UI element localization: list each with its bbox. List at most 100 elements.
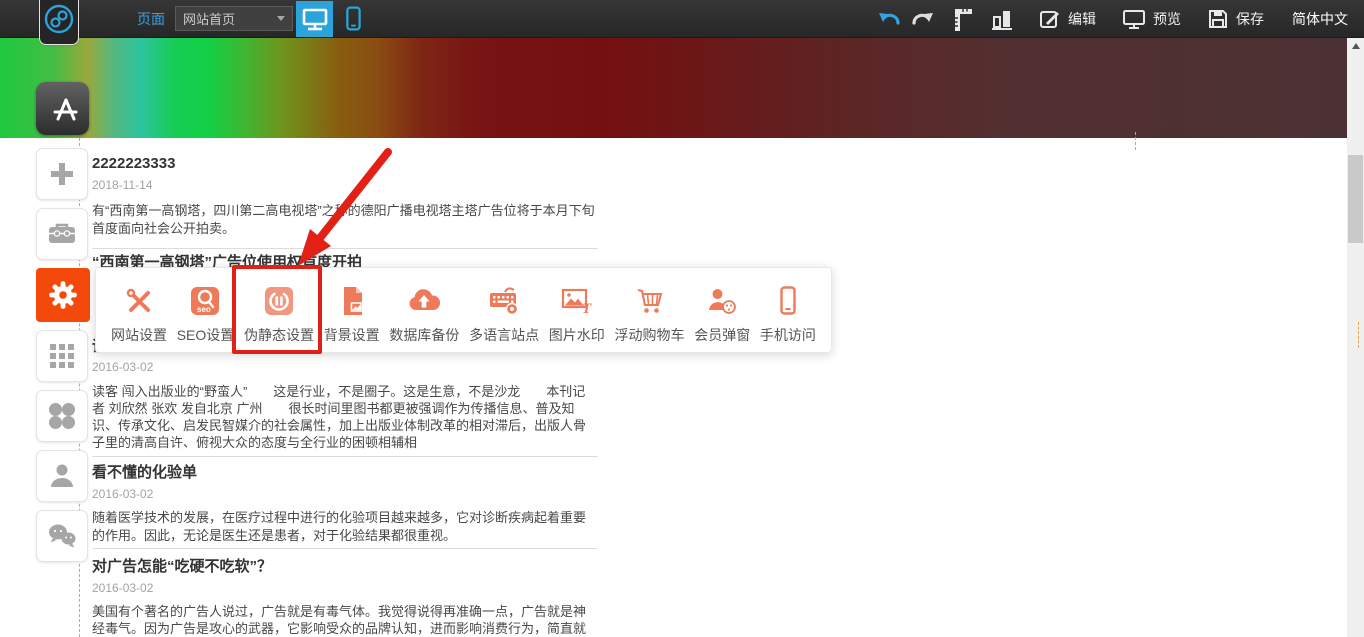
link-button[interactable]	[39, 0, 79, 45]
divider	[92, 248, 598, 249]
sidebar-item-design-app[interactable]	[36, 82, 89, 135]
user-icon	[45, 459, 79, 493]
page-select-dropdown[interactable]: 网站首页	[175, 6, 293, 31]
svg-text:T: T	[582, 301, 592, 317]
article-list: 2222223333 2018-11-14 有“西南第一高钢塔，四川第二高电视塔…	[92, 138, 598, 637]
redo-arrow-icon	[911, 10, 935, 27]
popup-item-site-settings[interactable]: 网站设置	[111, 274, 167, 344]
undo-button[interactable]	[877, 10, 901, 27]
pseudo-static-icon	[262, 284, 296, 318]
article-body: 美国有个著名的广告人说过，广告就是有毒气体。我觉得说得再准确一点，广告就是神经毒…	[92, 603, 598, 637]
crossed-tools-icon	[122, 284, 156, 318]
undo-arrow-icon	[877, 10, 901, 27]
popup-item-label: 图片水印	[549, 326, 605, 344]
shopping-cart-icon	[633, 284, 667, 318]
popup-item-label: 网站设置	[111, 326, 167, 344]
seo-magnifier-icon: seo	[188, 284, 222, 318]
popup-item-image-watermark[interactable]: T 图片水印	[549, 274, 605, 344]
gear-icon	[45, 277, 81, 313]
divider	[92, 456, 598, 457]
redo-button[interactable]	[911, 10, 935, 27]
popup-item-database-backup[interactable]: 数据库备份	[389, 274, 459, 344]
mobile-phone-icon	[336, 1, 370, 37]
page-select-value: 网站首页	[183, 9, 235, 28]
article-body: 随着医学技术的发展，在医疗过程中进行的化验项目越来越多，它对诊断疾病起着重要的作…	[92, 509, 598, 544]
save-button-label: 保存	[1236, 9, 1264, 29]
cloud-upload-icon	[406, 284, 442, 318]
desktop-monitor-icon	[297, 1, 333, 37]
popup-item-multilanguage-site[interactable]: 多语言站点	[469, 274, 539, 344]
edit-pencil-icon	[1039, 8, 1061, 30]
sidebar-item-settings[interactable]	[36, 268, 90, 322]
article-date: 2016-03-02	[92, 360, 598, 375]
keyboard-gear-icon	[487, 284, 521, 318]
scrollbar-thumb[interactable]	[1348, 155, 1363, 243]
editor-stage: 页面 网站首页	[0, 0, 1364, 637]
chevron-down-icon	[277, 16, 285, 21]
popup-item-mobile-access[interactable]: 手机访问	[760, 274, 816, 344]
edit-button-label: 编辑	[1068, 9, 1096, 29]
desktop-view-button[interactable]	[296, 1, 333, 37]
article-body: 有“西南第一高钢塔，四川第二高电视塔”之称的德阳广播电视塔主塔广告位将于本月下旬…	[92, 202, 598, 237]
header-banner	[0, 38, 1347, 138]
article-date: 2018-11-14	[92, 178, 598, 193]
article-title: 对广告怎能“吃硬不吃软”？	[92, 557, 598, 577]
app-design-icon	[46, 92, 80, 126]
popup-item-background-settings[interactable]: 背景设置	[324, 274, 380, 344]
link-circle-icon	[41, 1, 77, 37]
bar-chart-icon	[991, 7, 1013, 31]
popup-item-floating-cart[interactable]: 浮动购物车	[615, 274, 685, 344]
divider	[92, 548, 598, 549]
popup-item-member-popup[interactable]: 会员弹窗	[694, 274, 750, 344]
page-guide-line-right-edge	[1358, 322, 1359, 348]
article-body: 读客 闯入出版业的“野蛮人” 这是行业，不是圈子。这是生意，不是沙龙 本刊记者 …	[92, 383, 598, 451]
popup-item-label: 伪静态设置	[244, 326, 314, 344]
page-label: 页面	[137, 9, 165, 29]
preview-monitor-icon	[1122, 8, 1146, 30]
ruler-icon	[951, 6, 975, 32]
sidebar-item-components[interactable]	[36, 390, 88, 442]
mobile-view-button[interactable]	[336, 1, 370, 37]
sidebar-item-add[interactable]	[36, 148, 88, 200]
sidebar-item-wechat[interactable]	[36, 510, 88, 562]
scrollbar	[1347, 38, 1364, 637]
scrollbar-up-button[interactable]	[1347, 38, 1364, 54]
sidebar-item-member[interactable]	[36, 450, 88, 502]
popup-item-label: 手机访问	[760, 326, 816, 344]
popup-item-label: 多语言站点	[469, 326, 539, 344]
article-item: 读客 闯入出版业的“野蛮人” 2016-03-02 读客 闯入出版业的“野蛮人”…	[92, 337, 598, 457]
image-watermark-icon: T	[560, 284, 594, 318]
article-item: 2222223333 2018-11-14 有“西南第一高钢塔，四川第二高电视塔…	[92, 154, 598, 249]
scroll-up-arrow-icon	[1352, 43, 1360, 49]
popup-item-label: 浮动购物车	[615, 326, 685, 344]
popup-item-label: 会员弹窗	[694, 326, 750, 344]
toolbar-left-group: 页面 网站首页	[0, 0, 370, 38]
preview-button[interactable]: 预览	[1122, 8, 1181, 30]
save-button[interactable]: 保存	[1207, 8, 1264, 30]
member-palette-icon	[705, 284, 739, 318]
popup-item-seo-settings[interactable]: seo SEO设置	[177, 274, 235, 344]
background-page-icon	[335, 284, 369, 318]
article-item: 看不懂的化验单 2016-03-02 随着医学技术的发展，在医疗过程中进行的化验…	[92, 463, 598, 549]
toolbox-icon	[45, 217, 79, 251]
smartphone-icon	[771, 284, 805, 318]
popup-item-pseudo-static-settings[interactable]: 伪静态设置	[244, 274, 314, 344]
sidebar-item-modules[interactable]	[36, 330, 88, 382]
article-title: 看不懂的化验单	[92, 463, 598, 483]
wechat-icon	[45, 519, 79, 553]
popup-item-label: 数据库备份	[389, 326, 459, 344]
article-date: 2016-03-02	[92, 487, 598, 502]
edit-button[interactable]: 编辑	[1039, 8, 1096, 30]
preview-button-label: 预览	[1153, 9, 1181, 29]
sidebar-item-toolbox[interactable]	[36, 208, 88, 260]
save-floppy-icon	[1207, 8, 1229, 30]
top-toolbar: 页面 网站首页	[0, 0, 1364, 38]
stats-button[interactable]	[991, 7, 1013, 31]
popup-item-label: 背景设置	[324, 326, 380, 344]
svg-text:seo: seo	[197, 305, 211, 314]
page-guide-line-right	[1135, 132, 1136, 150]
language-label[interactable]: 简体中文	[1292, 9, 1348, 29]
article-item: 对广告怎能“吃硬不吃软”？ 2016-03-02 美国有个著名的广告人说过，广告…	[92, 557, 598, 637]
ruler-button[interactable]	[951, 6, 975, 32]
article-date: 2016-03-02	[92, 581, 598, 596]
